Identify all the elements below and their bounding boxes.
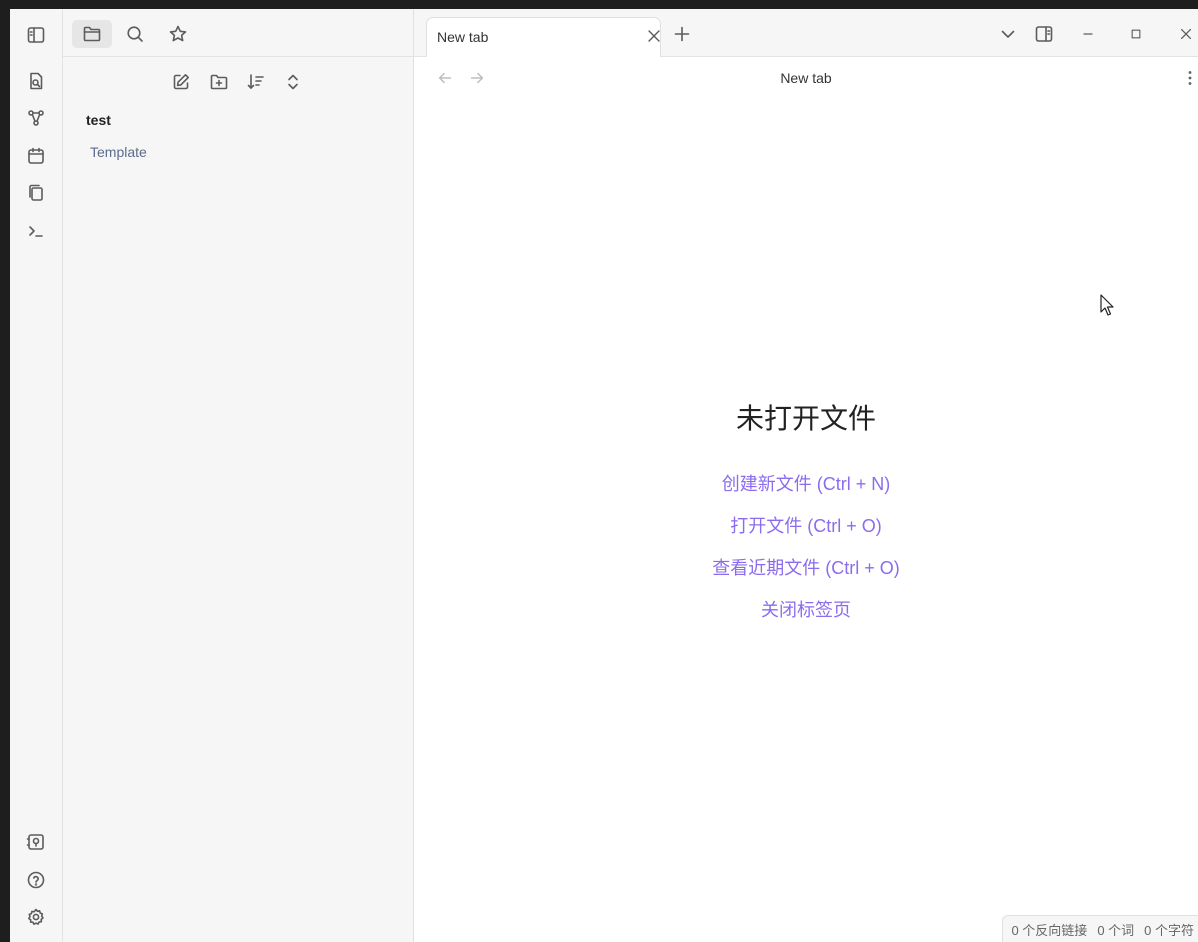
close-icon[interactable]: [644, 26, 664, 46]
vault-name[interactable]: test: [86, 112, 111, 128]
new-tab-icon[interactable]: [670, 22, 694, 46]
char-count: 0 个字符: [1144, 923, 1194, 938]
sidebar-tab-header: [63, 9, 413, 57]
left-ribbon: [10, 9, 63, 942]
files-icon[interactable]: [72, 20, 112, 48]
new-note-icon[interactable]: [169, 70, 193, 94]
toggle-right-sidebar-icon[interactable]: [1032, 22, 1056, 46]
recent-files-link[interactable]: 查看近期文件 (Ctrl + O): [414, 554, 1198, 580]
empty-state-title: 未打开文件: [735, 402, 876, 435]
tab-list-chevron-down-icon[interactable]: [996, 22, 1020, 46]
file-item-template[interactable]: Template: [90, 144, 147, 160]
tab-bar: New tab: [414, 9, 1198, 57]
help-icon[interactable]: [24, 868, 48, 892]
toggle-sidebar-icon[interactable]: [24, 23, 48, 47]
backlinks-count[interactable]: 0 个反向链接: [1011, 920, 1087, 939]
more-options-icon[interactable]: [1178, 66, 1198, 90]
open-file-link[interactable]: 打开文件 (Ctrl + O): [414, 512, 1198, 538]
main-pane: New tab New tab 未打开文件 创建新文件 (Ctrl + N) 打…: [414, 9, 1198, 942]
settings-icon[interactable]: [24, 905, 48, 929]
maximize-icon[interactable]: [1124, 22, 1148, 46]
templates-icon[interactable]: [24, 181, 48, 205]
collapse-all-icon[interactable]: [281, 70, 305, 94]
new-folder-icon[interactable]: [207, 70, 231, 94]
file-explorer-sidebar: test Template: [63, 9, 414, 942]
window-close-icon[interactable]: [1174, 22, 1198, 46]
search-icon[interactable]: [123, 22, 147, 46]
minimize-icon[interactable]: [1076, 22, 1100, 46]
word-count: 0 个词: [1097, 923, 1135, 938]
vault-switcher-icon[interactable]: [24, 830, 48, 854]
view-header-title[interactable]: New tab: [414, 70, 1198, 86]
tab-new-tab[interactable]: New tab: [426, 17, 661, 57]
command-palette-icon[interactable]: [24, 219, 48, 243]
bookmarks-icon[interactable]: [166, 22, 190, 46]
daily-note-icon[interactable]: [24, 144, 48, 168]
mouse-cursor-icon: [1100, 294, 1116, 323]
create-new-file-link[interactable]: 创建新文件 (Ctrl + N): [414, 470, 1198, 496]
sort-icon[interactable]: [244, 70, 268, 94]
close-tab-link[interactable]: 关闭标签页: [414, 596, 1198, 622]
app-window: test Template New tab New tab 未打开文件 创建新文…: [10, 9, 1198, 942]
status-bar: 0 个反向链接 0 个词 0 个字符: [1002, 915, 1198, 942]
tab-title: New tab: [437, 29, 489, 45]
open-quick-switcher-icon[interactable]: [24, 69, 48, 93]
graph-view-icon[interactable]: [24, 106, 48, 130]
